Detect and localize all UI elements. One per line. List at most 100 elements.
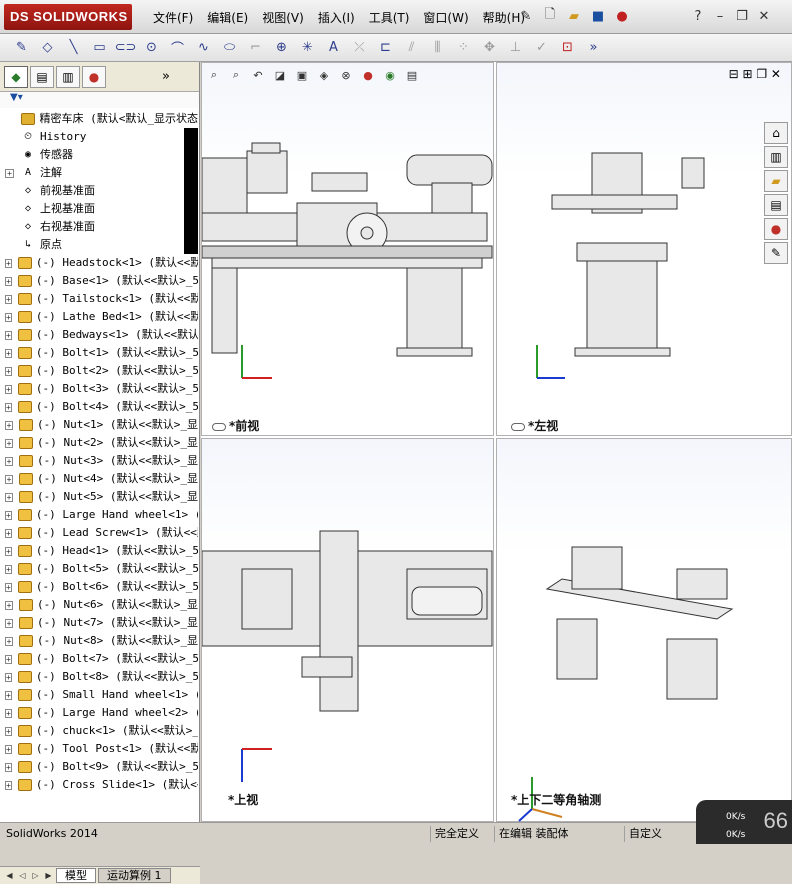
expand-icon[interactable]: +: [5, 420, 14, 430]
quick-snaps-icon[interactable]: ⊡: [556, 37, 579, 59]
tree-part-26[interactable]: + (-) chuck<1> (默认<<默认>_: [0, 722, 198, 740]
close-icon[interactable]: ✕: [754, 6, 774, 26]
expand-icon[interactable]: +: [5, 564, 12, 574]
view-palette-icon[interactable]: ▤: [764, 194, 788, 216]
expand-icon[interactable]: +: [5, 474, 14, 484]
offset-icon[interactable]: ⫽: [400, 37, 423, 59]
expand-icon[interactable]: +: [5, 456, 14, 466]
text-icon[interactable]: A: [322, 37, 345, 59]
tree-part-28[interactable]: + (-) Bolt<9> (默认<<默认>_5: [0, 758, 198, 776]
expand-icon[interactable]: +: [5, 690, 12, 700]
hide-show-icon[interactable]: ⊗: [336, 65, 356, 85]
minimize-icon[interactable]: –: [710, 6, 730, 26]
expand-icon[interactable]: +: [5, 618, 14, 628]
scene-icon[interactable]: ◉: [380, 65, 400, 85]
first-tab-icon[interactable]: ◀: [4, 870, 15, 882]
last-tab-icon[interactable]: ▶: [43, 870, 54, 882]
pin-icon[interactable]: ✎: [516, 6, 536, 26]
expand-icon[interactable]: +: [5, 492, 14, 502]
tree-item-5[interactable]: ◇ 右视基准面: [0, 218, 198, 236]
sketch-icon[interactable]: ✎: [10, 37, 33, 59]
open-folder-icon[interactable]: ▰: [564, 6, 584, 26]
property-manager-tab-icon[interactable]: ▤: [30, 65, 54, 88]
tree-part-25[interactable]: + (-) Large Hand wheel<2> (默: [0, 704, 198, 722]
restore-icon[interactable]: ❐: [732, 6, 752, 26]
expand-icon[interactable]: +: [5, 402, 12, 412]
expand-icon[interactable]: +: [5, 384, 12, 394]
tree-part-24[interactable]: + (-) Small Hand wheel<1> (默: [0, 686, 198, 704]
view-settings-icon[interactable]: ▤: [402, 65, 422, 85]
display-manager-tab-icon[interactable]: ●: [82, 65, 106, 88]
tree-part-15[interactable]: + (-) Lead Screw<1> (默认<<默: [0, 524, 198, 542]
tree-part-21[interactable]: + (-) Nut<8> (默认<<默认>_显: [0, 632, 198, 650]
rebuild-icon[interactable]: ●: [612, 6, 632, 26]
fillet-icon[interactable]: ⌐: [244, 37, 267, 59]
expand-icon[interactable]: +: [5, 600, 14, 610]
circle-icon[interactable]: ⊙: [140, 37, 163, 59]
viewport-left[interactable]: *左视 ⊟ ⊞ ❐ ✕: [496, 62, 792, 436]
tree-part-5[interactable]: + (-) Bolt<1> (默认<<默认>_5: [0, 344, 198, 362]
rectangle-icon[interactable]: ▭: [88, 37, 111, 59]
save-icon[interactable]: ■: [588, 6, 608, 26]
point-icon[interactable]: ⊕: [270, 37, 293, 59]
pattern-icon[interactable]: ⁘: [452, 37, 475, 59]
expand-icon[interactable]: +: [5, 366, 12, 376]
status-custom[interactable]: 自定义: [624, 826, 666, 842]
relations-icon[interactable]: ⊥: [504, 37, 527, 59]
expand-icon[interactable]: +: [5, 276, 12, 286]
tree-part-11[interactable]: + (-) Nut<3> (默认<<默认>_显: [0, 452, 198, 470]
tree-item-3[interactable]: ◇ 前视基准面: [0, 182, 198, 200]
new-document-icon[interactable]: 🗋: [540, 6, 560, 26]
tab-motion-study[interactable]: 运动算例 1: [98, 868, 171, 883]
expand-icon[interactable]: +: [5, 546, 12, 556]
move-icon[interactable]: ✥: [478, 37, 501, 59]
tree-part-9[interactable]: + (-) Nut<1> (默认<<默认>_显: [0, 416, 198, 434]
expand-panel-icon[interactable]: »: [162, 69, 170, 84]
menu-file[interactable]: 文件(F): [146, 9, 200, 27]
feature-tree-tab-icon[interactable]: ◆: [4, 65, 28, 88]
expand-icon[interactable]: +: [5, 726, 12, 736]
expand-icon[interactable]: +: [5, 762, 12, 772]
expand-icon[interactable]: +: [5, 348, 12, 358]
filter-icon[interactable]: ▼▾: [10, 92, 23, 103]
tree-part-4[interactable]: + (-) Bedways<1> (默认<<默认: [0, 326, 198, 344]
tab-model[interactable]: 模型: [56, 868, 96, 883]
prev-tab-icon[interactable]: ◁: [17, 870, 28, 882]
smart-dimension-icon[interactable]: ◇: [36, 37, 59, 59]
tree-part-14[interactable]: + (-) Large Hand wheel<1> (默: [0, 506, 198, 524]
expand-icon[interactable]: +: [5, 708, 12, 718]
mirror-icon[interactable]: ⫼: [426, 37, 449, 59]
tree-item-4[interactable]: ◇ 上视基准面: [0, 200, 198, 218]
convert-entities-icon[interactable]: ⊏: [374, 37, 397, 59]
view-orientation-icon[interactable]: ▣: [292, 65, 312, 85]
tree-part-19[interactable]: + (-) Nut<6> (默认<<默认>_显: [0, 596, 198, 614]
viewport-isometric[interactable]: *上下二等角轴测: [496, 438, 792, 822]
arc-icon[interactable]: ⌒: [166, 37, 189, 59]
previous-view-icon[interactable]: ↶: [248, 65, 268, 85]
expand-icon[interactable]: +: [5, 294, 12, 304]
ellipse-icon[interactable]: ⬭: [218, 37, 241, 59]
slot-icon[interactable]: ⊂⊃: [114, 37, 137, 59]
expand-icon[interactable]: +: [5, 330, 12, 340]
custom-properties-icon[interactable]: ✎: [764, 242, 788, 264]
expand-icon[interactable]: +: [5, 528, 12, 538]
home-icon[interactable]: ⌂: [764, 122, 788, 144]
trim-icon[interactable]: ⤫: [348, 37, 371, 59]
expand-icon[interactable]: +: [5, 510, 12, 520]
tree-part-22[interactable]: + (-) Bolt<7> (默认<<默认>_5: [0, 650, 198, 668]
next-tab-icon[interactable]: ▷: [30, 870, 41, 882]
menu-window[interactable]: 窗口(W): [416, 9, 475, 27]
tree-item-1[interactable]: ◉ 传感器: [0, 146, 198, 164]
more-icon[interactable]: »: [582, 37, 605, 59]
expand-icon[interactable]: +: [5, 780, 12, 790]
design-library-icon[interactable]: ▥: [764, 146, 788, 168]
tree-part-8[interactable]: + (-) Bolt<4> (默认<<默认>_5: [0, 398, 198, 416]
tree-root[interactable]: 精密车床 (默认<默认_显示状态: [0, 110, 198, 128]
tree-part-2[interactable]: + (-) Tailstock<1> (默认<<默认: [0, 290, 198, 308]
viewport-top[interactable]: *上视: [201, 438, 494, 822]
viewport-controls[interactable]: ⊟ ⊞ ❐ ✕: [729, 67, 781, 81]
tree-item-2[interactable]: + A 注解: [0, 164, 198, 182]
repair-icon[interactable]: ✓: [530, 37, 553, 59]
expand-icon[interactable]: +: [5, 672, 12, 682]
help-icon[interactable]: ?: [688, 6, 708, 26]
